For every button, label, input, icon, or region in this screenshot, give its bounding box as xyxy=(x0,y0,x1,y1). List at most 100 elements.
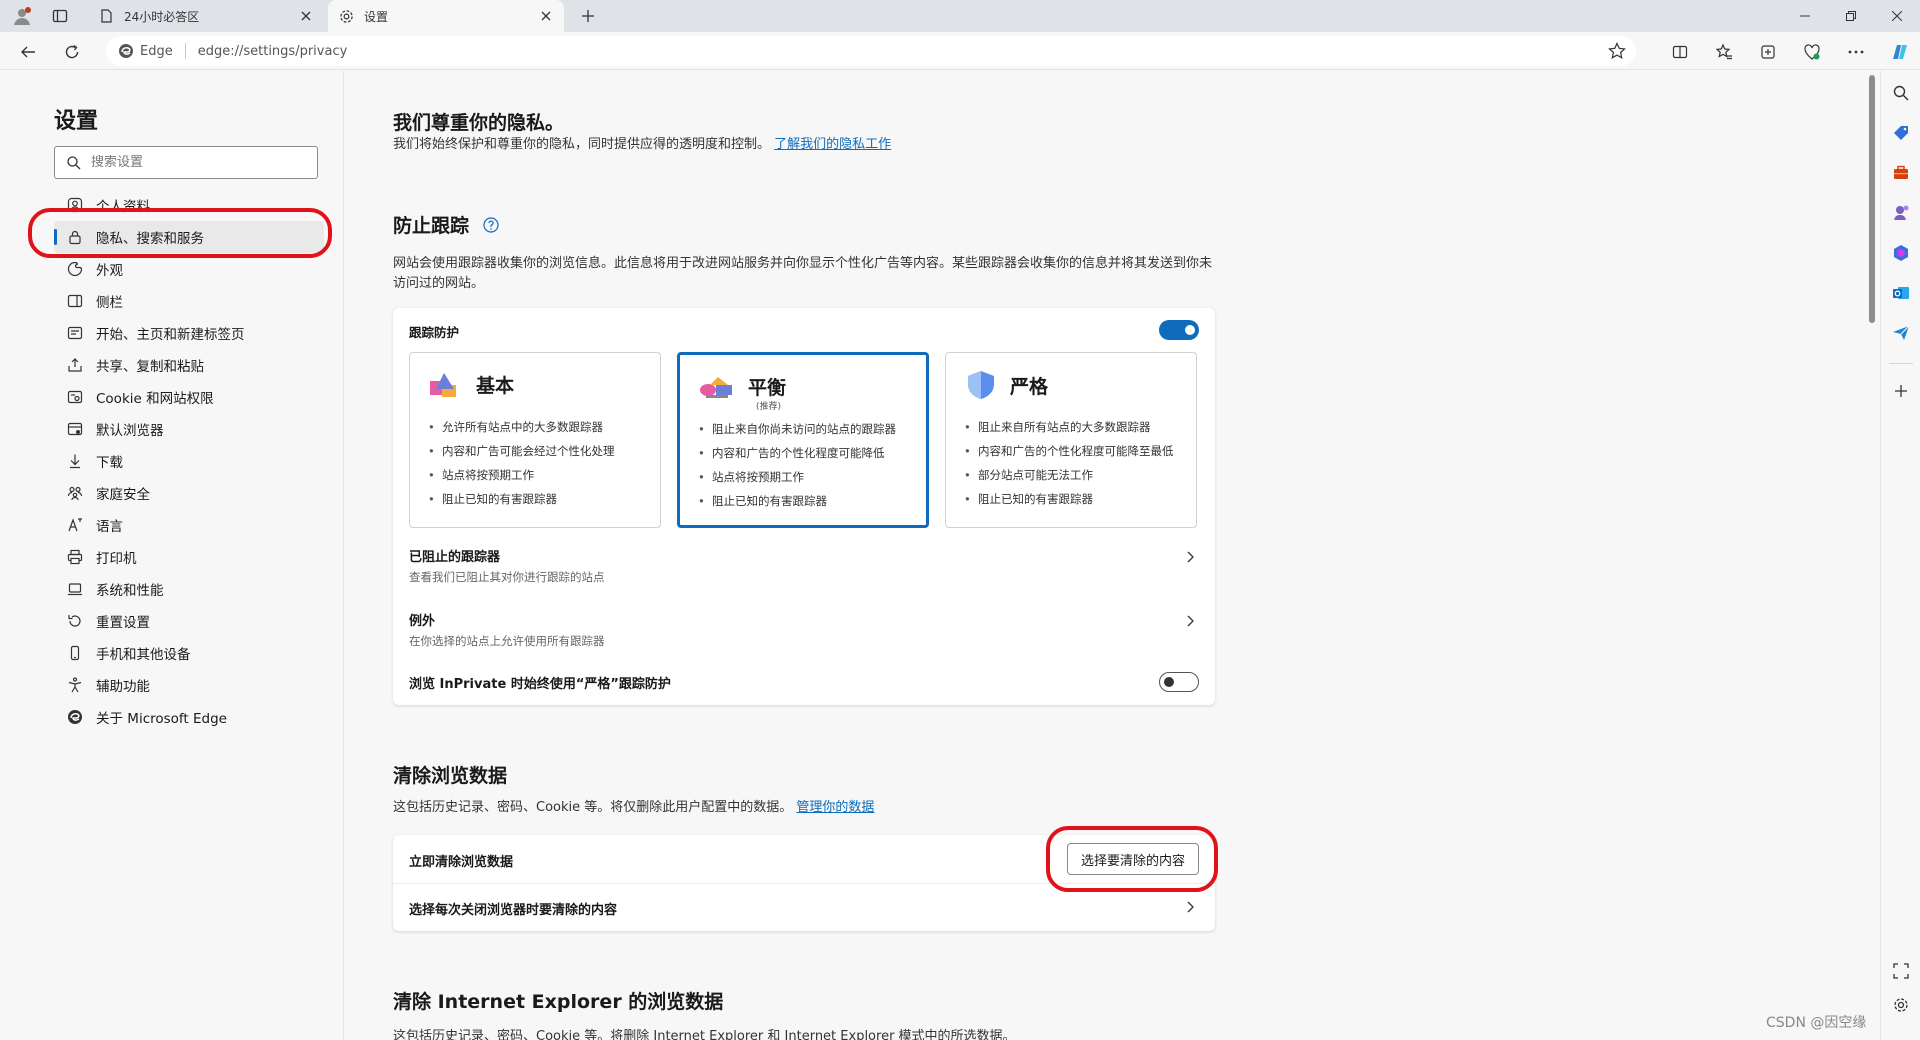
option-header: 基本 xyxy=(428,369,514,399)
split-screen-icon[interactable] xyxy=(1666,38,1694,66)
nav-item-label: Cookie 和网站权限 xyxy=(96,391,214,407)
shopping-tag-icon[interactable] xyxy=(1889,121,1913,145)
tracking-option-strict[interactable]: 严格 阻止来自所有站点的大多数跟踪器 内容和广告的个性化程度可能降至最低 部分站… xyxy=(945,352,1197,528)
nav-item-sidebar[interactable]: 侧栏 xyxy=(54,285,324,317)
clear-data-heading: 清除浏览数据 xyxy=(393,765,508,787)
page-icon xyxy=(98,8,114,24)
nav-item-start-home[interactable]: 开始、主页和新建标签页 xyxy=(54,317,324,349)
nav-item-share[interactable]: 共享、复制和粘贴 xyxy=(54,349,324,381)
home-icon xyxy=(66,324,84,342)
nav-item-label: 默认浏览器 xyxy=(96,423,164,439)
nav-item-about[interactable]: 关于 Microsoft Edge xyxy=(54,701,324,733)
manage-data-link[interactable]: 管理你的数据 xyxy=(796,800,874,815)
nav-item-phone[interactable]: 手机和其他设备 xyxy=(54,637,324,669)
nav-item-family[interactable]: 家庭安全 xyxy=(54,477,324,509)
tracking-option-balanced[interactable]: 平衡 (推荐) 阻止来自你尚未访问的站点的跟踪器 内容和广告的个性化程度可能降低… xyxy=(677,352,929,528)
chevron-right-icon xyxy=(1187,551,1194,563)
nav-item-label: 家庭安全 xyxy=(96,487,150,503)
language-icon xyxy=(66,516,84,534)
minimize-icon[interactable] xyxy=(1782,0,1828,32)
nav-item-label: 关于 Microsoft Edge xyxy=(96,711,227,727)
tab-settings[interactable]: 设置 xyxy=(328,0,564,32)
browser-essentials-icon[interactable] xyxy=(1798,38,1826,66)
nav-item-label: 系统和性能 xyxy=(96,583,164,599)
blocked-trackers-row[interactable]: 已阻止的跟踪器 查看我们已阻止其对你进行跟踪的站点 xyxy=(393,538,1215,598)
nav-item-label: 共享、复制和粘贴 xyxy=(96,359,204,375)
nav-item-label: 侧栏 xyxy=(96,295,123,311)
games-icon[interactable] xyxy=(1889,201,1913,225)
favorites-icon[interactable] xyxy=(1710,38,1738,66)
clear-now-label: 立即清除浏览数据 xyxy=(409,855,514,870)
scrollbar[interactable] xyxy=(1865,71,1879,1040)
annotation-highlight-privacy xyxy=(28,208,332,258)
close-icon[interactable] xyxy=(538,8,554,24)
nav-item-downloads[interactable]: 下载 xyxy=(54,445,324,477)
nav-item-label: 辅助功能 xyxy=(96,679,150,695)
option-bullet: 阻止已知的有害跟踪器 xyxy=(426,487,615,511)
scrollbar-thumb[interactable] xyxy=(1869,75,1875,323)
screenshot-capture-icon[interactable] xyxy=(1889,959,1913,983)
inprivate-strict-row: 浏览 InPrivate 时始终使用“严格”跟踪防护 xyxy=(393,664,1215,700)
drop-send-icon[interactable] xyxy=(1889,321,1913,345)
blocked-trackers-subtitle: 查看我们已阻止其对你进行跟踪的站点 xyxy=(409,570,605,584)
settings-content: 我们尊重你的隐私。 我们将始终保护和尊重你的隐私，同时提供应得的透明度和控制。 … xyxy=(345,71,1865,1040)
accessibility-icon xyxy=(66,676,84,694)
tools-briefcase-icon[interactable] xyxy=(1889,161,1913,185)
nav-item-label: 手机和其他设备 xyxy=(96,647,191,663)
search-settings-input[interactable] xyxy=(91,155,291,170)
blocked-trackers-title: 已阻止的跟踪器 xyxy=(409,550,501,565)
copilot-icon[interactable] xyxy=(1886,38,1914,66)
microsoft-365-icon[interactable] xyxy=(1889,241,1913,265)
address-url[interactable]: edge://settings/privacy xyxy=(198,44,348,59)
add-plus-icon[interactable] xyxy=(1889,379,1913,403)
privacy-heading: 我们尊重你的隐私。 xyxy=(393,112,565,134)
option-bullet: 阻止来自所有站点的大多数跟踪器 xyxy=(962,415,1174,439)
nav-item-label: 打印机 xyxy=(96,551,137,567)
restore-icon[interactable] xyxy=(1828,0,1874,32)
window-close-icon[interactable] xyxy=(1874,0,1920,32)
search-icon xyxy=(67,155,81,170)
nav-item-languages[interactable]: 语言 xyxy=(54,509,324,541)
nav-item-label: 外观 xyxy=(96,263,123,279)
search-settings-box[interactable] xyxy=(54,146,318,179)
tab-actions-icon[interactable] xyxy=(48,4,72,28)
chevron-right-icon xyxy=(1187,615,1194,627)
privacy-learn-more-link[interactable]: 了解我们的隐私工作 xyxy=(774,137,891,152)
exceptions-row[interactable]: 例外 在你选择的站点上允许使用所有跟踪器 xyxy=(393,602,1215,662)
annotation-highlight-clear-button xyxy=(1046,826,1218,892)
address-separator xyxy=(184,43,186,59)
profile-avatar-icon[interactable] xyxy=(10,4,34,28)
address-bar[interactable]: Edge edge://settings/privacy xyxy=(106,36,1636,66)
tracking-toggle-label: 跟踪防护 xyxy=(409,325,460,340)
close-icon[interactable] xyxy=(298,8,314,24)
star-icon[interactable] xyxy=(1608,42,1626,60)
tracking-heading-row: 防止跟踪 xyxy=(393,211,499,238)
privacy-description: 我们将始终保护和尊重你的隐私，同时提供应得的透明度和控制。 了解我们的隐私工作 xyxy=(393,135,933,155)
option-bullet: 阻止已知的有害跟踪器 xyxy=(962,487,1174,511)
back-arrow-icon[interactable] xyxy=(14,38,42,66)
tab-24h-answers[interactable]: 24小时必答区 xyxy=(88,0,324,32)
tracking-toggle[interactable] xyxy=(1159,320,1199,340)
tracking-option-basic[interactable]: 基本 允许所有站点中的大多数跟踪器 内容和广告可能会经过个性化处理 站点将按预期… xyxy=(409,352,661,528)
search-icon[interactable] xyxy=(1889,81,1913,105)
nav-item-label: 开始、主页和新建标签页 xyxy=(96,327,245,343)
outlook-icon[interactable] xyxy=(1889,281,1913,305)
nav-item-reset[interactable]: 重置设置 xyxy=(54,605,324,637)
nav-item-cookies[interactable]: Cookie 和网站权限 xyxy=(54,381,324,413)
help-icon[interactable] xyxy=(483,216,499,233)
nav-item-system[interactable]: 系统和性能 xyxy=(54,573,324,605)
sidebar-settings-gear-icon[interactable] xyxy=(1889,993,1913,1017)
more-options-icon[interactable] xyxy=(1842,38,1870,66)
collections-icon[interactable] xyxy=(1754,38,1782,66)
gear-icon xyxy=(338,8,354,24)
nav-item-accessibility[interactable]: 辅助功能 xyxy=(54,669,324,701)
basic-shapes-icon xyxy=(428,369,464,399)
address-brand: Edge xyxy=(140,43,173,59)
refresh-icon[interactable] xyxy=(58,38,86,66)
clear-on-close-label: 选择每次关闭浏览器时要清除的内容 xyxy=(409,903,618,918)
new-tab-plus-icon[interactable] xyxy=(576,4,600,28)
option-bullet: 阻止来自你尚未访问的站点的跟踪器 xyxy=(696,417,896,441)
nav-item-default-browser[interactable]: 默认浏览器 xyxy=(54,413,324,445)
inprivate-strict-toggle[interactable] xyxy=(1159,672,1199,692)
nav-item-printers[interactable]: 打印机 xyxy=(54,541,324,573)
